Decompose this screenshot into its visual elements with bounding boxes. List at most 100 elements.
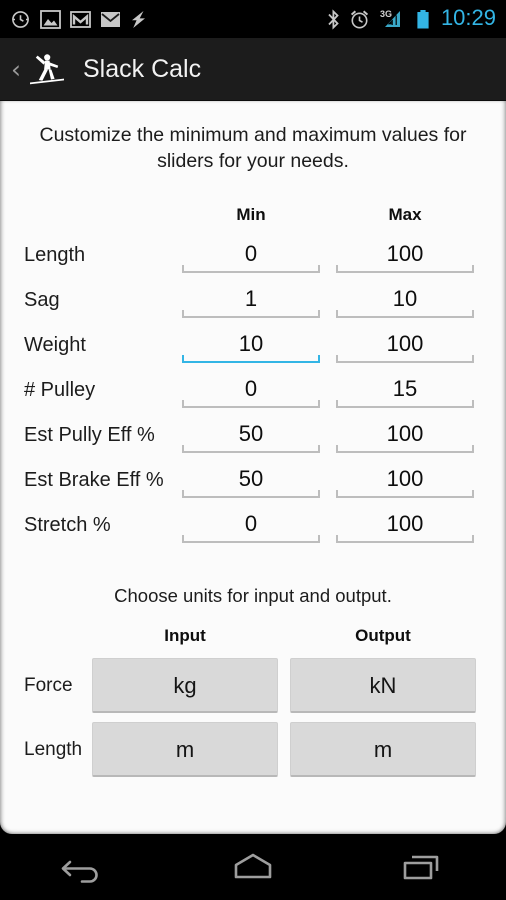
row-label-est-brake-eff: Est Brake Eff %: [24, 469, 164, 492]
back-nav-icon[interactable]: [29, 842, 139, 892]
table-row: Sag 1 10: [24, 273, 482, 319]
input-est-pully-eff-min-value: 50: [238, 421, 264, 447]
input-length-min[interactable]: 0: [182, 241, 320, 274]
length-output-unit-spinner[interactable]: m: [290, 722, 476, 778]
cell-stretch-max: 100: [328, 511, 482, 544]
cell-est-pully-eff-max: 100: [328, 421, 482, 454]
slider-limits-header-row: Min Max: [24, 202, 482, 228]
column-header-min: Min: [236, 205, 266, 225]
svg-text:3G: 3G: [380, 9, 392, 19]
input-underline: [182, 310, 320, 319]
input-sag-min-value: 1: [244, 286, 258, 312]
input-underline: [336, 490, 474, 499]
input-length-max[interactable]: 100: [336, 242, 474, 274]
table-row: Est Brake Eff % 50 100: [24, 453, 482, 499]
status-bar: 3G 10:29: [0, 0, 506, 38]
row-label-sag: Sag: [24, 289, 60, 312]
row-label-est-pully-eff: Est Pully Eff %: [24, 424, 155, 447]
length-input-unit-spinner[interactable]: m: [92, 722, 278, 778]
units-row-force: Force kg kN: [24, 658, 482, 714]
input-weight-min-value: 10: [238, 331, 264, 357]
input-underline: [182, 445, 320, 454]
status-bar-system-icons: 3G 10:29: [327, 7, 506, 31]
cell-length-min: 0: [174, 241, 328, 274]
input-sag-max[interactable]: 10: [336, 286, 474, 319]
input-est-pully-eff-max[interactable]: 100: [336, 421, 474, 454]
input-pulley-min-value: 0: [244, 376, 258, 402]
input-underline: [336, 265, 474, 274]
settings-panel: Customize the minimum and maximum values…: [0, 101, 506, 834]
battery-icon: [417, 9, 429, 28]
input-weight-max-value: 100: [386, 331, 424, 357]
cell-weight-max: 100: [328, 331, 482, 364]
input-est-brake-eff-min-value: 50: [238, 466, 264, 492]
input-weight-max[interactable]: 100: [336, 331, 474, 364]
input-underline: [182, 400, 320, 409]
recents-nav-icon[interactable]: [367, 842, 477, 892]
input-est-brake-eff-max[interactable]: 100: [336, 466, 474, 499]
input-pulley-max[interactable]: 15: [336, 376, 474, 409]
input-underline-focused: [182, 355, 320, 364]
units-row-length: Length m m: [24, 722, 482, 778]
units-intro-text: Choose units for input and output.: [114, 585, 392, 607]
alarm-icon: [350, 9, 369, 28]
slackliner-icon[interactable]: [25, 49, 69, 89]
input-sag-max-value: 10: [392, 286, 418, 312]
input-underline: [336, 400, 474, 409]
force-output-unit-spinner[interactable]: kN: [290, 658, 476, 714]
cell-est-brake-eff-min: 50: [174, 466, 328, 499]
sliders-intro-text: Customize the minimum and maximum values…: [39, 124, 467, 172]
table-row: Stretch % 0 100: [24, 498, 482, 544]
home-nav-icon[interactable]: [198, 842, 308, 892]
input-pulley-max-value: 15: [392, 376, 418, 402]
row-label-pulley: # Pulley: [24, 379, 96, 402]
cell-length-max: 100: [328, 242, 482, 274]
input-pulley-min[interactable]: 0: [182, 376, 320, 409]
column-header-max: Max: [388, 205, 422, 225]
bluetooth-icon: [328, 8, 339, 30]
input-sag-min[interactable]: 1: [182, 286, 320, 319]
table-row: Length 0 100: [24, 228, 482, 274]
slider-limits-table: Min Max Length 0 100 Sag 1 10 Weight 10 …: [0, 202, 506, 544]
column-header-input: Input: [164, 626, 206, 646]
input-est-pully-eff-max-value: 100: [386, 421, 424, 447]
action-bar: ‹ Slack Calc: [0, 38, 506, 101]
page-title: Slack Calc: [83, 54, 202, 83]
row-label-length: Length: [24, 244, 86, 267]
cell-length-input: m: [86, 722, 284, 778]
input-stretch-max-value: 100: [386, 511, 424, 537]
units-header-row: Input Output: [24, 623, 482, 649]
input-underline: [336, 310, 474, 319]
input-underline: [336, 535, 474, 544]
input-length-min-value: 0: [244, 241, 258, 267]
table-row: # Pulley 0 15: [24, 363, 482, 409]
cell-pulley-min: 0: [174, 376, 328, 409]
status-bar-notification-icons: [0, 9, 147, 30]
clock-badge-icon: [12, 10, 29, 28]
input-underline: [336, 445, 474, 454]
row-label-stretch: Stretch %: [24, 514, 111, 537]
up-navigation-chevron-icon[interactable]: ‹: [8, 57, 24, 82]
input-underline: [182, 265, 320, 274]
force-input-unit-spinner[interactable]: kg: [92, 658, 278, 714]
input-stretch-min[interactable]: 0: [182, 512, 320, 544]
table-row: Weight 10 100: [24, 318, 482, 364]
input-est-brake-eff-min[interactable]: 50: [182, 466, 320, 499]
cell-force-output: kN: [284, 658, 482, 714]
table-row: Est Pully Eff % 50 100: [24, 408, 482, 454]
input-est-brake-eff-max-value: 100: [386, 466, 424, 492]
cell-est-brake-eff-max: 100: [328, 466, 482, 499]
input-weight-min[interactable]: 10: [182, 331, 320, 364]
row-label-weight: Weight: [24, 334, 86, 357]
input-est-pully-eff-min[interactable]: 50: [182, 421, 320, 454]
phone-screen: 3G 10:29 ‹ Slack Calc Customize the mini…: [0, 0, 506, 900]
input-underline: [182, 535, 320, 544]
cell-sag-min: 1: [174, 286, 328, 319]
mail-icon: [101, 11, 120, 27]
column-header-output: Output: [355, 626, 411, 646]
android-navigation-bar: [0, 834, 506, 900]
lightning-icon: [132, 10, 145, 28]
input-stretch-max[interactable]: 100: [336, 511, 474, 544]
cell-weight-min: 10: [174, 331, 328, 364]
photo-icon: [40, 9, 61, 29]
